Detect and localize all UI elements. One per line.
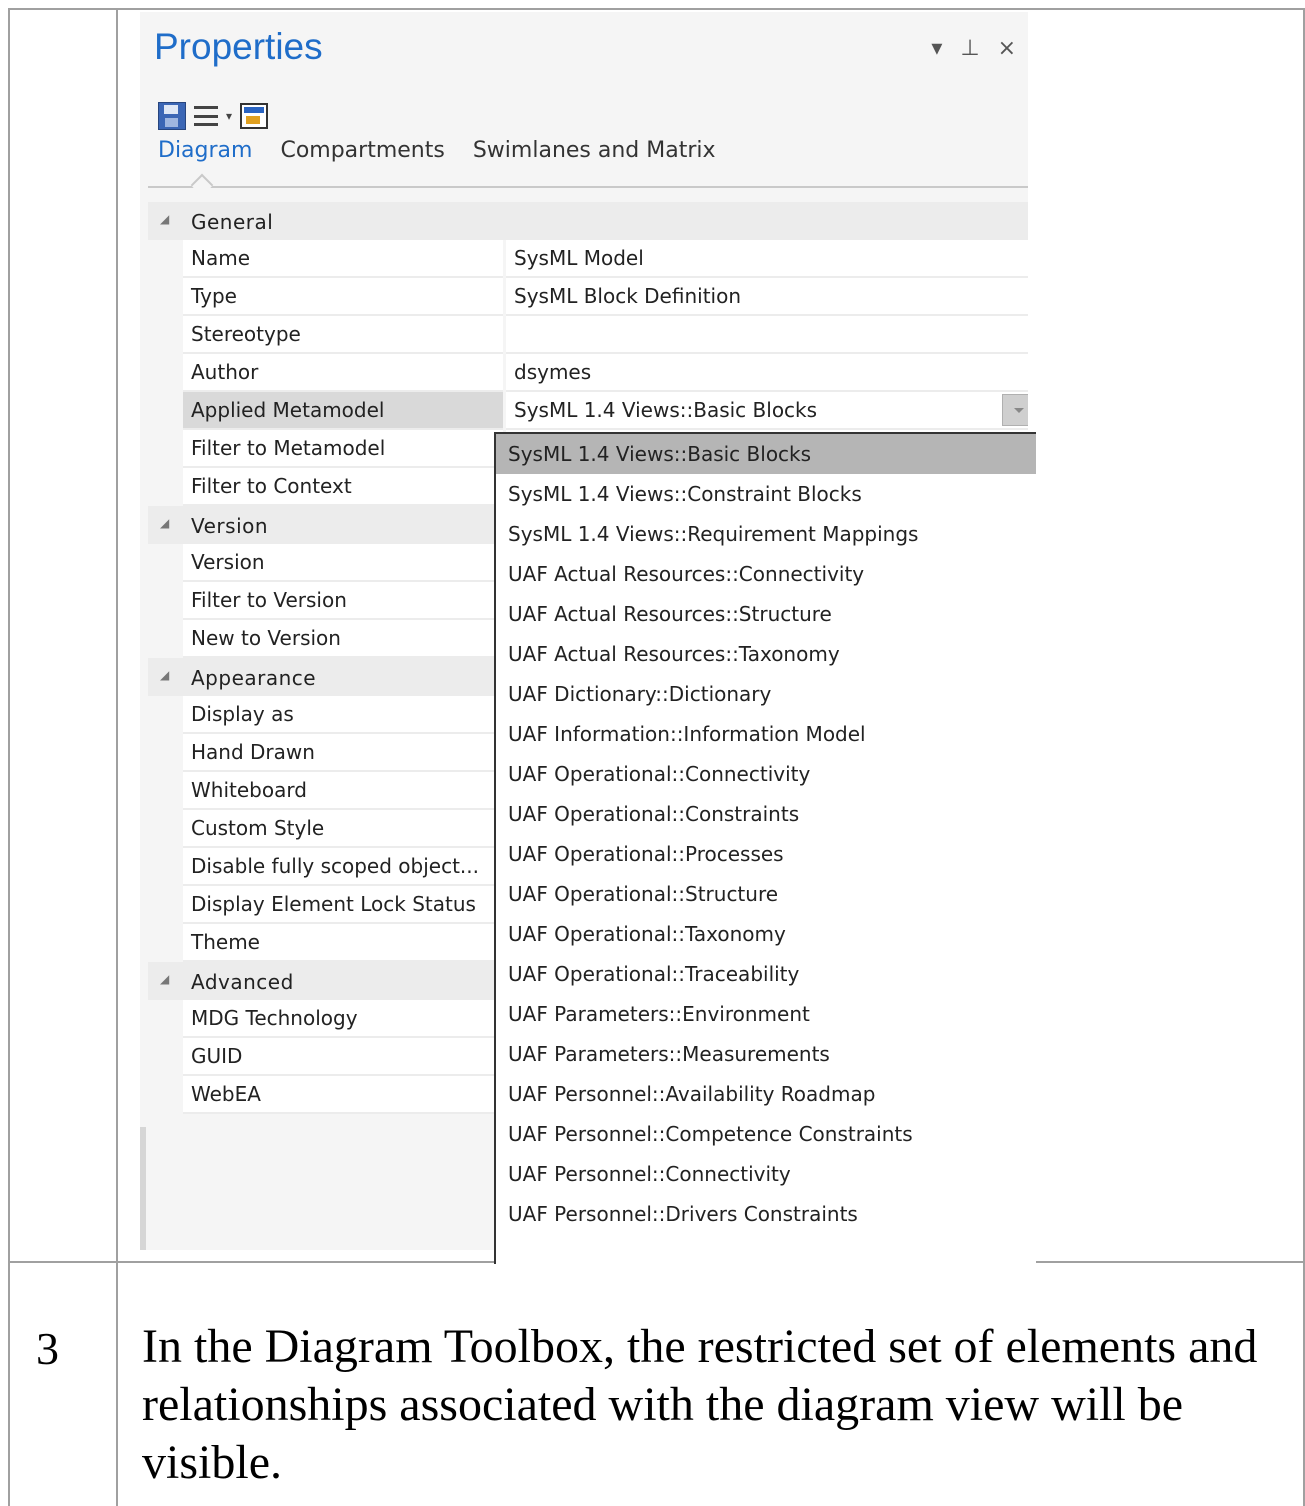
close-icon[interactable]: × [998,36,1016,61]
dropdown-option[interactable]: UAF Personnel::Availability Roadmap [496,1074,1036,1114]
property-row[interactable]: Type SysML Block Definition [148,278,1028,316]
save-icon[interactable] [158,102,186,130]
property-name: Custom Style [183,810,503,848]
panel-scrollbar[interactable] [140,1127,146,1250]
property-name: Applied Metamodel [183,392,503,430]
property-name: Filter to Metamodel [183,430,503,468]
property-name: MDG Technology [183,1000,503,1038]
property-value[interactable]: dsymes [506,354,1028,392]
table-column-divider [116,8,118,1506]
property-name: Type [183,278,503,316]
panel-menu-dropdown-icon[interactable]: ▾ [931,36,942,61]
property-name: Hand Drawn [183,734,503,772]
dropdown-option[interactable]: UAF Operational::Traceability [496,954,1036,994]
dropdown-option[interactable]: UAF Parameters::Environment [496,994,1036,1034]
dropdown-option[interactable]: UAF Operational::Connectivity [496,754,1036,794]
property-name: Filter to Context [183,468,503,506]
dropdown-option[interactable]: UAF Operational::Constraints [496,794,1036,834]
property-value[interactable]: SysML Block Definition [506,278,1028,316]
property-value[interactable] [506,316,1028,354]
panel-title: Properties [154,26,323,67]
dropdown-option[interactable]: SysML 1.4 Views::Requirement Mappings [496,514,1036,554]
property-name: New to Version [183,620,503,658]
dropdown-option[interactable]: UAF Personnel::Competence Constraints [496,1114,1036,1154]
property-value[interactable]: SysML Model [506,240,1028,278]
tab-swimlanes-and-matrix[interactable]: Swimlanes and Matrix [473,138,716,163]
step-number: 3 [36,1323,59,1374]
dropdown-option[interactable]: UAF Dictionary::Dictionary [496,674,1036,714]
dropdown-option[interactable]: UAF Personnel::Drivers Constraints [496,1194,1036,1234]
tab-compartments[interactable]: Compartments [280,138,444,163]
dropdown-option[interactable]: UAF Actual Resources::Taxonomy [496,634,1036,674]
property-name: Display Element Lock Status [183,886,503,924]
dropdown-option[interactable]: UAF Parameters::Measurements [496,1034,1036,1074]
tab-diagram[interactable]: Diagram [158,138,252,163]
dropdown-option[interactable]: UAF Operational::Structure [496,874,1036,914]
property-name: Stereotype [183,316,503,354]
combo-value: SysML 1.4 Views::Basic Blocks [514,398,818,422]
property-name: Whiteboard [183,772,503,810]
dropdown-option[interactable]: UAF Information::Information Model [496,714,1036,754]
collapse-triangle-icon[interactable]: ◢ [160,516,169,530]
dropdown-option[interactable]: UAF Personnel::Connectivity [496,1154,1036,1194]
chevron-down-icon[interactable]: ▾ [226,109,232,123]
metamodel-dropdown-list[interactable]: SysML 1.4 Views::Basic Blocks SysML 1.4 … [494,432,1036,1264]
property-row[interactable]: Name SysML Model [148,240,1028,278]
property-name: Name [183,240,503,278]
dropdown-option[interactable]: SysML 1.4 Views::Constraint Blocks [496,474,1036,514]
property-row-selected[interactable]: Applied Metamodel SysML 1.4 Views::Basic… [148,392,1028,430]
collapse-triangle-icon[interactable]: ◢ [160,668,169,682]
dropdown-option[interactable]: UAF Actual Resources::Connectivity [496,554,1036,594]
collapse-triangle-icon[interactable]: ◢ [160,212,169,226]
property-name: Filter to Version [183,582,503,620]
dropdown-option-selected[interactable]: SysML 1.4 Views::Basic Blocks [496,434,1036,474]
tab-bar: Diagram Compartments Swimlanes and Matri… [158,138,716,163]
collapse-triangle-icon[interactable]: ◢ [160,972,169,986]
property-name: WebEA [183,1076,503,1114]
property-name: GUID [183,1038,503,1076]
properties-window-icon[interactable] [240,103,269,129]
property-name: Disable fully scoped object... [183,848,503,886]
dropdown-option[interactable]: UAF Actual Resources::Structure [496,594,1036,634]
dropdown-option[interactable]: UAF Operational::Processes [496,834,1036,874]
property-row[interactable]: Author dsymes [148,354,1028,392]
dropdown-option[interactable]: UAF Operational::Taxonomy [496,914,1036,954]
combo-dropdown-button[interactable] [1002,394,1028,426]
menu-icon[interactable] [194,106,218,126]
table-border-top [8,8,1305,10]
property-row[interactable]: Stereotype [148,316,1028,354]
metamodel-combo[interactable]: SysML 1.4 Views::Basic Blocks [506,392,1028,430]
pin-icon[interactable]: ⊥ [960,36,979,61]
property-name: Display as [183,696,503,734]
property-name: Author [183,354,503,392]
property-name: Theme [183,924,503,962]
table-border-left [8,8,10,1506]
tab-underline [148,186,1028,188]
property-name: Version [183,544,503,582]
panel-title-controls: ▾ ⊥ × [931,36,1016,61]
group-general[interactable]: ◢ General [148,202,1028,240]
step-description: In the Diagram Toolbox, the restricted s… [142,1320,1258,1489]
